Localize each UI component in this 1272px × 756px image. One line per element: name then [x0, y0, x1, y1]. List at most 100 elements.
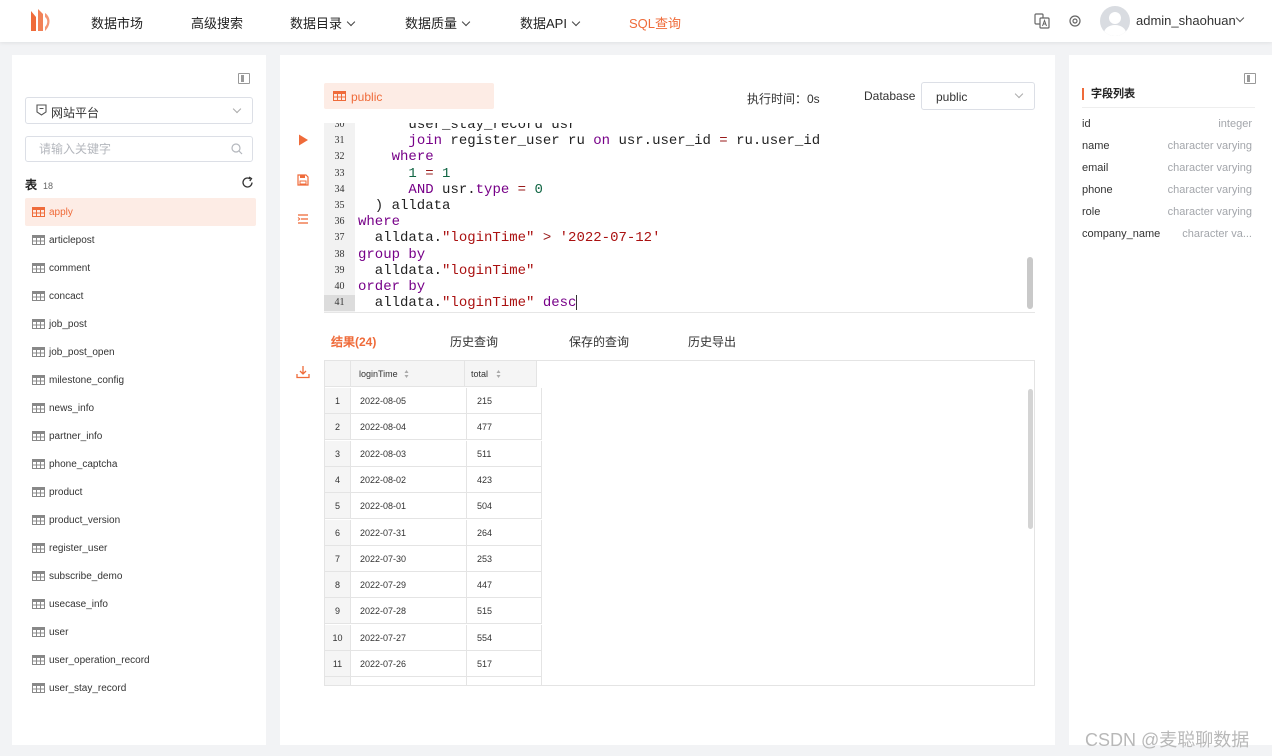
table-icon	[32, 459, 45, 469]
save-icon[interactable]	[297, 174, 309, 186]
table-item[interactable]: apply	[25, 198, 256, 226]
result-tab-2[interactable]: 保存的查询	[569, 333, 629, 350]
chevron-down-icon	[1014, 89, 1024, 99]
result-grid: loginTime total 1 2022-08-05 215 2 2022-08-0…	[324, 360, 1035, 686]
table-item[interactable]: partner_info	[25, 422, 256, 450]
field-name: name	[1082, 140, 1110, 152]
table-item[interactable]: register_user	[25, 534, 256, 562]
table-item[interactable]: subscribe_demo	[25, 562, 256, 590]
line-number: 40	[334, 281, 345, 292]
table-row[interactable]: 9 2022-07-28 515	[325, 598, 542, 625]
field-row[interactable]: name character varying	[1082, 140, 1252, 162]
row-number: 2	[325, 414, 351, 441]
table-item-label: apply	[49, 207, 73, 218]
grid-scrollbar[interactable]	[1028, 389, 1033, 529]
table-item[interactable]: product	[25, 478, 256, 506]
table-icon	[32, 375, 45, 385]
result-tab-1[interactable]: 历史查询	[450, 333, 498, 350]
nav-item-0[interactable]: 数据市场	[91, 13, 143, 32]
format-icon[interactable]	[297, 213, 309, 225]
line-number: 35	[334, 200, 345, 211]
field-row[interactable]: phone character varying	[1082, 184, 1252, 206]
table-item[interactable]: job_post_open	[25, 338, 256, 366]
schema-tab[interactable]: public	[324, 83, 494, 109]
table-row[interactable]: 11 2022-07-26 517	[325, 651, 542, 677]
table-item[interactable]: usecase_info	[25, 590, 256, 618]
table-row[interactable]: 2 2022-08-04 477	[325, 414, 542, 441]
table-item[interactable]: phone_captcha	[25, 450, 256, 478]
sql-editor[interactable]: 30 user_stay_record usr 31 join register_…	[324, 123, 1035, 313]
table-row[interactable]: 3 2022-08-03 511	[325, 440, 542, 467]
field-row[interactable]: company_name character va...	[1082, 228, 1252, 250]
field-row[interactable]: email character varying	[1082, 162, 1252, 184]
result-tab-0[interactable]: 结果(24)	[331, 333, 376, 350]
nav-item-3[interactable]: 数据质量	[405, 13, 471, 32]
refresh-icon[interactable]	[241, 176, 254, 189]
settings-icon[interactable]	[1067, 13, 1083, 29]
username[interactable]: admin_shaohuan	[1136, 13, 1236, 28]
table-item[interactable]: user_operation_record	[25, 646, 256, 674]
code-text: join register_user ru on usr.user_id = r…	[408, 133, 821, 150]
table-item[interactable]: comment	[25, 254, 256, 282]
cell-total: 264	[467, 519, 542, 546]
table-row[interactable]: 4 2022-08-02 423	[325, 466, 542, 493]
table-item[interactable]: news_info	[25, 394, 256, 422]
table-item[interactable]: user	[25, 618, 256, 646]
sort-icon[interactable]	[404, 369, 409, 379]
table-item[interactable]: user_stay_record	[25, 674, 256, 702]
column-header-logintime[interactable]: loginTime	[351, 361, 465, 387]
column-header-total[interactable]: total	[465, 361, 537, 387]
field-row[interactable]: id integer	[1082, 118, 1252, 140]
nav-item-5[interactable]: SQL查询	[629, 13, 681, 32]
nav-item-4[interactable]: 数据API	[520, 13, 581, 32]
nav-item-2[interactable]: 数据目录	[290, 13, 356, 32]
download-icon[interactable]	[296, 365, 310, 379]
cell-logintime: 2022-07-27	[351, 624, 467, 651]
code-line: 32 where	[324, 149, 1035, 165]
run-icon[interactable]	[297, 134, 309, 146]
field-row[interactable]: role character varying	[1082, 206, 1252, 228]
avatar[interactable]	[1100, 6, 1130, 36]
editor-scrollbar[interactable]	[1027, 257, 1033, 309]
field-type: character varying	[1167, 206, 1252, 218]
nav-item-1[interactable]: 高级搜索	[191, 13, 243, 32]
table-item[interactable]: product_version	[25, 506, 256, 534]
table-row[interactable]: 8 2022-07-29 447	[325, 572, 542, 599]
table-row[interactable]: 10 2022-07-27 554	[325, 624, 542, 651]
field-name: phone	[1082, 184, 1113, 196]
table-row[interactable]: 1 2022-08-05 215	[325, 388, 542, 414]
database-value: public	[936, 90, 968, 104]
table-search[interactable]	[25, 136, 253, 162]
sort-icon[interactable]	[496, 369, 501, 379]
table-item[interactable]: articlepost	[25, 226, 256, 254]
result-tab-3[interactable]: 历史导出	[688, 333, 736, 350]
translate-icon[interactable]	[1034, 13, 1050, 29]
search-input[interactable]	[39, 142, 219, 156]
table-icon	[32, 235, 45, 245]
search-icon[interactable]	[231, 143, 243, 155]
nav-item-label: 数据市场	[91, 16, 144, 31]
fields-title: 字段列表	[1082, 88, 1135, 100]
table-icon	[32, 543, 45, 553]
chevron-down-icon	[571, 17, 581, 27]
chevron-down-icon[interactable]	[1235, 13, 1245, 23]
cell-total: 215	[467, 388, 542, 414]
table-item[interactable]: milestone_config	[25, 366, 256, 394]
table-row[interactable]: 5 2022-08-01 504	[325, 493, 542, 520]
table-row[interactable]: 6 2022-07-31 264	[325, 519, 542, 546]
line-number: 30	[334, 123, 345, 130]
cell-total: 477	[467, 414, 542, 441]
brand-logo-icon[interactable]	[28, 7, 54, 35]
table-item[interactable]: job_post	[25, 310, 256, 338]
collapse-sidebar-icon[interactable]	[238, 73, 250, 84]
field-name: email	[1082, 162, 1109, 174]
nav-item-label: SQL查询	[629, 16, 682, 31]
table-row[interactable]: 7 2022-07-30 253	[325, 545, 542, 572]
table-row[interactable]	[325, 677, 542, 685]
collapse-panel-icon[interactable]	[1244, 73, 1256, 84]
database-label: Database	[864, 89, 916, 103]
platform-select[interactable]: 网站平台	[25, 97, 253, 124]
table-item[interactable]: concact	[25, 282, 256, 310]
text-cursor	[576, 295, 578, 311]
database-select[interactable]: public	[921, 82, 1035, 110]
